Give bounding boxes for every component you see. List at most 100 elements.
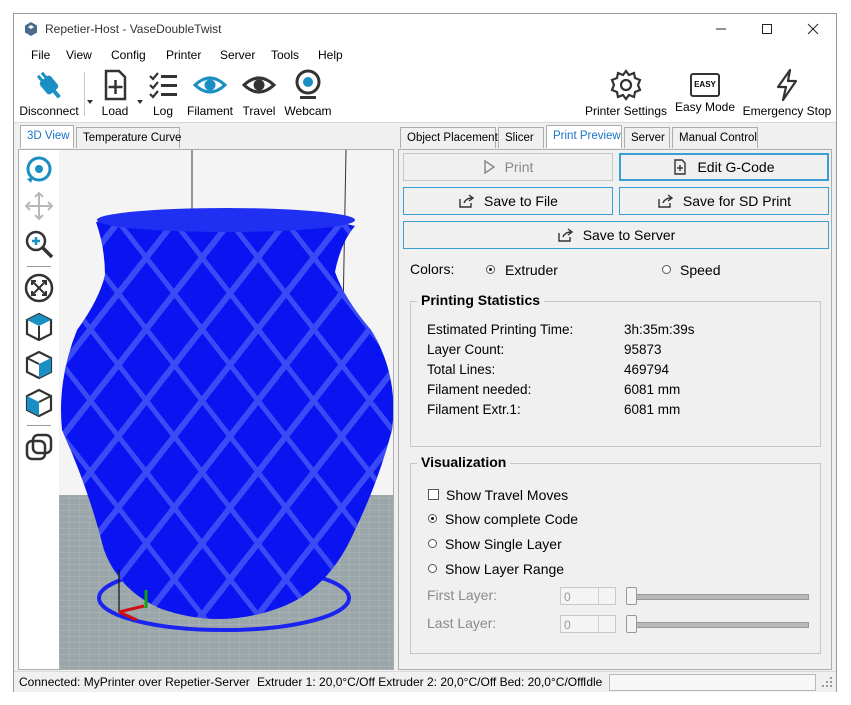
show-travel-label[interactable]: Show Travel Moves bbox=[446, 487, 568, 503]
color-speed-radio[interactable] bbox=[662, 265, 671, 274]
show-complete-radio[interactable] bbox=[428, 514, 437, 523]
first-layer-slider-track[interactable] bbox=[633, 594, 809, 600]
webcam-button[interactable]: Webcam bbox=[282, 68, 334, 118]
cube-top-icon[interactable] bbox=[23, 387, 55, 419]
stat-value: 469794 bbox=[624, 362, 670, 377]
move-icon[interactable] bbox=[23, 190, 55, 222]
menu-config[interactable]: Config bbox=[111, 48, 146, 62]
filament-label: Filament bbox=[186, 104, 233, 118]
save-server-label: Save to Server bbox=[582, 227, 676, 243]
chevron-down-icon[interactable] bbox=[87, 100, 93, 104]
resize-grip-icon[interactable] bbox=[822, 677, 833, 688]
edit-gcode-label: Edit G-Code bbox=[697, 159, 775, 175]
minimize-button[interactable] bbox=[698, 14, 744, 44]
menu-help[interactable]: Help bbox=[318, 48, 343, 62]
first-layer-slider-thumb[interactable] bbox=[626, 587, 637, 605]
show-range-label[interactable]: Show Layer Range bbox=[445, 561, 564, 577]
status-bar: Connected: MyPrinter over Repetier-Serve… bbox=[14, 671, 836, 692]
export-icon bbox=[459, 194, 475, 208]
last-layer-value: 0 bbox=[564, 618, 571, 632]
show-complete-label[interactable]: Show complete Code bbox=[445, 511, 578, 527]
close-button[interactable] bbox=[790, 14, 836, 44]
disconnect-button[interactable]: Disconnect bbox=[18, 68, 80, 118]
menu-file[interactable]: File bbox=[31, 48, 50, 62]
tab-server[interactable]: Server bbox=[624, 127, 670, 148]
view-toolbar bbox=[19, 150, 59, 669]
maximize-button[interactable] bbox=[744, 14, 790, 44]
objects-icon[interactable] bbox=[23, 431, 55, 463]
menu-printer[interactable]: Printer bbox=[166, 48, 201, 62]
cube-front-icon[interactable] bbox=[23, 311, 55, 343]
spinner-arrows-icon[interactable] bbox=[598, 588, 615, 604]
edit-file-icon bbox=[674, 159, 687, 175]
menu-server[interactable]: Server bbox=[220, 48, 255, 62]
first-layer-spinner[interactable]: 0 bbox=[560, 587, 616, 605]
fit-view-icon[interactable] bbox=[23, 272, 55, 304]
print-label: Print bbox=[504, 159, 534, 175]
app-window: Repetier-Host - VaseDoubleTwist File Vie… bbox=[13, 13, 837, 692]
last-layer-slider-thumb[interactable] bbox=[626, 615, 637, 633]
stat-value: 6081 mm bbox=[624, 402, 681, 417]
last-layer-slider-track[interactable] bbox=[633, 622, 809, 628]
export-icon bbox=[658, 194, 673, 208]
cube-side-icon[interactable] bbox=[23, 349, 55, 381]
menu-tools[interactable]: Tools bbox=[271, 48, 299, 62]
spinner-arrows-icon[interactable] bbox=[598, 616, 615, 632]
connection-status: Connected: MyPrinter over Repetier-Serve… bbox=[19, 675, 250, 689]
color-extruder-radio[interactable] bbox=[486, 265, 495, 274]
save-to-file-button[interactable]: Save to File bbox=[403, 187, 613, 215]
save-to-file-label: Save to File bbox=[484, 193, 558, 209]
eye-icon bbox=[193, 76, 227, 94]
tab-manual-control[interactable]: Manual Control bbox=[672, 127, 758, 148]
easy-mode-icon: EASY bbox=[690, 73, 720, 97]
tab-object-placement[interactable]: Object Placement bbox=[400, 127, 498, 148]
toolbar: Disconnect Load Log Filament Travel Webc… bbox=[14, 66, 836, 123]
save-server-button[interactable]: Save to Server bbox=[403, 221, 829, 249]
zoom-icon[interactable] bbox=[23, 228, 55, 260]
load-label: Load bbox=[101, 104, 129, 118]
stat-value: 6081 mm bbox=[624, 382, 681, 397]
easy-mode-button[interactable]: EASY Easy Mode bbox=[674, 68, 736, 114]
save-sd-label: Save for SD Print bbox=[682, 193, 792, 209]
stat-label: Estimated Printing Time: bbox=[427, 322, 574, 337]
right-tab-strip: Object Placement Slicer Print Preview Se… bbox=[398, 125, 832, 149]
travel-button[interactable]: Travel bbox=[241, 68, 277, 118]
stat-value: 95873 bbox=[624, 342, 662, 357]
show-travel-checkbox[interactable] bbox=[428, 489, 439, 500]
show-single-label[interactable]: Show Single Layer bbox=[445, 536, 562, 552]
save-sd-button[interactable]: Save for SD Print bbox=[619, 187, 829, 215]
log-label: Log bbox=[152, 104, 174, 118]
easy-mode-label: Easy Mode bbox=[674, 100, 736, 114]
edit-gcode-button[interactable]: Edit G-Code bbox=[619, 153, 829, 181]
rotate-icon[interactable] bbox=[23, 153, 55, 185]
last-layer-label: Last Layer: bbox=[427, 615, 497, 631]
log-button[interactable]: Log bbox=[145, 68, 181, 118]
tab-slicer[interactable]: Slicer bbox=[498, 127, 544, 148]
show-range-radio[interactable] bbox=[428, 564, 437, 573]
printer-settings-button[interactable]: Printer Settings bbox=[582, 68, 670, 118]
load-button[interactable]: Load bbox=[94, 68, 136, 118]
emergency-stop-label: Emergency Stop bbox=[742, 104, 832, 118]
first-layer-value: 0 bbox=[564, 590, 571, 604]
3d-view-panel bbox=[18, 149, 394, 670]
emergency-stop-button[interactable]: Emergency Stop bbox=[742, 68, 832, 118]
last-layer-spinner[interactable]: 0 bbox=[560, 615, 616, 633]
menu-view[interactable]: View bbox=[66, 48, 92, 62]
color-extruder-label[interactable]: Extruder bbox=[505, 262, 558, 278]
printer-settings-label: Printer Settings bbox=[584, 104, 668, 118]
stat-label: Layer Count: bbox=[427, 342, 505, 357]
tab-print-preview[interactable]: Print Preview bbox=[546, 125, 622, 148]
filament-button[interactable]: Filament bbox=[185, 68, 235, 118]
visualization-group: Visualization Show Travel Moves Show com… bbox=[410, 454, 821, 654]
3d-viewport[interactable] bbox=[59, 150, 393, 669]
color-speed-label[interactable]: Speed bbox=[680, 262, 720, 278]
tab-3d-view[interactable]: 3D View bbox=[20, 125, 74, 148]
tab-temperature-curve[interactable]: Temperature Curve bbox=[76, 127, 181, 148]
lightning-icon bbox=[776, 68, 798, 102]
webcam-icon bbox=[295, 69, 321, 99]
printing-statistics-group: Printing Statistics Estimated Printing T… bbox=[410, 292, 821, 447]
show-single-radio[interactable] bbox=[428, 539, 437, 548]
travel-label: Travel bbox=[242, 104, 276, 118]
chevron-down-icon[interactable] bbox=[137, 100, 143, 104]
print-button[interactable]: Print bbox=[403, 153, 613, 181]
